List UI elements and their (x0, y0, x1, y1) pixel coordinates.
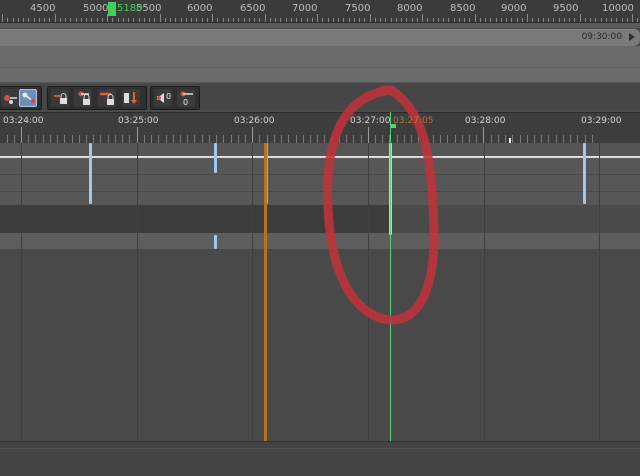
red-annotation-circle (323, 85, 439, 325)
current-time: 03:27:05 (393, 116, 434, 126)
